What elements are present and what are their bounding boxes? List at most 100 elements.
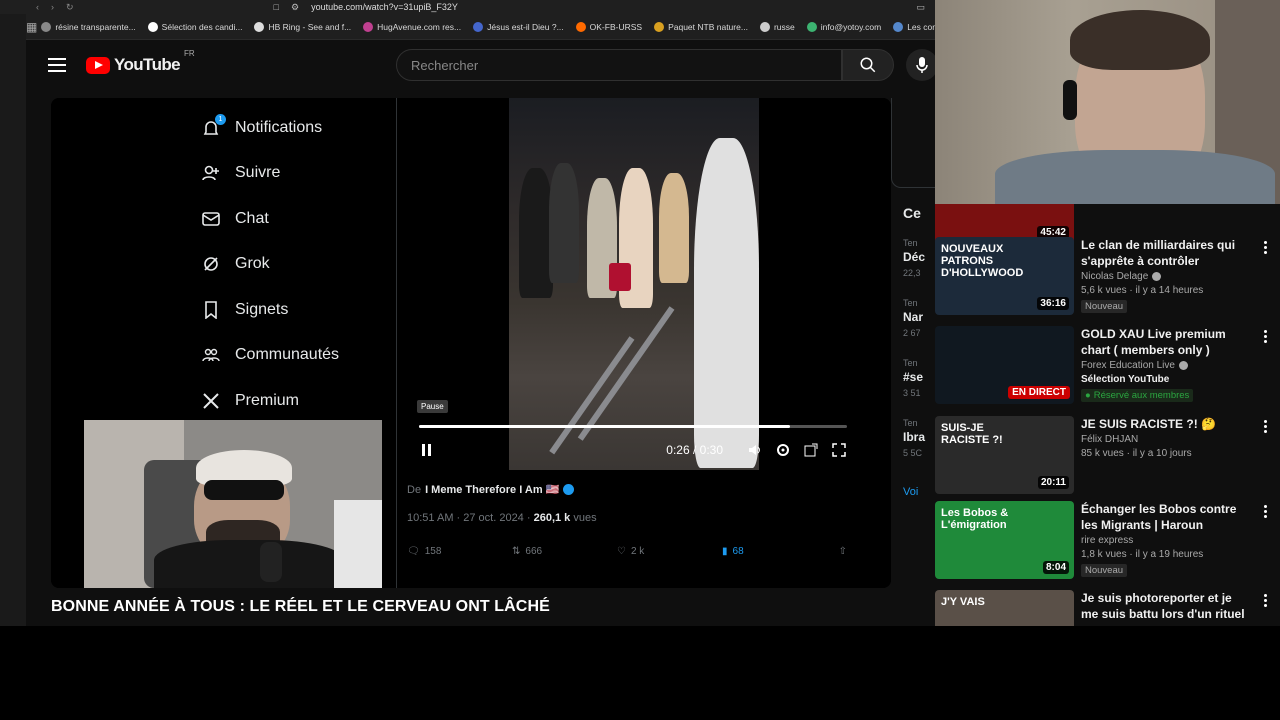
recommendation-title[interactable]: GOLD XAU Live premium chart ( members on…	[1081, 326, 1251, 358]
country-code: FR	[184, 49, 195, 58]
reload-icon[interactable]: ↻	[66, 2, 74, 13]
back-icon[interactable]: ‹	[36, 2, 39, 13]
cast-icon[interactable]: ▭	[916, 2, 925, 13]
x-nav-signets[interactable]: Signets	[201, 300, 288, 320]
bookmark-item[interactable]: Les concou	[889, 21, 935, 32]
channel-label: Forex Education Live	[1081, 360, 1175, 371]
bookmark-icon	[201, 300, 221, 320]
channel-label: Nicolas Delage	[1081, 271, 1149, 282]
members-icon: ●	[1085, 390, 1091, 401]
recommendation-title[interactable]: Je suis photoreporter et je me suis batt…	[1081, 590, 1251, 622]
bookmark-label: HB Ring - See and f...	[268, 21, 352, 32]
apps-grid-icon[interactable]: ▦	[26, 20, 37, 34]
youtube-play-icon	[86, 56, 110, 74]
channel-name[interactable]: Nicolas Delage	[1081, 271, 1251, 282]
verified-icon	[563, 484, 575, 495]
more-options-icon[interactable]	[1264, 241, 1268, 254]
channel-name[interactable]: rire express	[1081, 535, 1251, 546]
x-nav-label: Communautés	[235, 346, 340, 363]
channel-name[interactable]: Forex Education Live	[1081, 360, 1251, 371]
reply-button[interactable]: 🗨 158	[407, 546, 512, 557]
video-thumbnail[interactable]: NOUVEAUX PATRONS D'HOLLYWOOD 36:16	[935, 237, 1074, 315]
menu-icon[interactable]	[48, 58, 66, 72]
voice-search-button[interactable]	[906, 49, 938, 81]
bookmark-item[interactable]: Paquet NTB nature...	[650, 21, 756, 32]
notification-badge: 1	[215, 114, 226, 125]
trend-name[interactable]: Nar	[903, 310, 923, 324]
by-prefix: De	[407, 483, 422, 496]
x-nav-notifications[interactable]: 1 Notifications	[201, 114, 322, 138]
recommendation-title[interactable]: Échanger les Bobos contre les Migrants |…	[1081, 501, 1251, 533]
pause-icon[interactable]	[419, 442, 435, 458]
site-info-icon[interactable]: ⚙	[291, 2, 299, 13]
recommendation-item[interactable]: EN DIRECT GOLD XAU Live premium chart ( m…	[935, 326, 1280, 412]
new-badge: Nouveau	[1081, 564, 1128, 577]
recommendation-item[interactable]: NOUVEAUX PATRONS D'HOLLYWOOD 36:16 Le clan…	[935, 237, 1280, 323]
members-only-badge: ● Réservé aux membres	[1081, 389, 1194, 402]
author-link[interactable]: I Meme Therefore I Am 🇺🇸	[425, 483, 559, 496]
search-input[interactable]: Rechercher	[396, 49, 842, 81]
forward-icon[interactable]: ›	[51, 2, 54, 13]
streamer-webcam	[84, 420, 382, 588]
trend-name[interactable]: Déc	[903, 250, 925, 264]
popout-icon[interactable]	[803, 442, 819, 458]
fullscreen-icon[interactable]	[831, 442, 847, 458]
bookmark-page-icon[interactable]: □	[274, 2, 279, 12]
bookmark-item[interactable]: résine transparente...	[37, 21, 143, 32]
x-nav-chat[interactable]: Chat	[201, 209, 269, 229]
recommendation-item[interactable]: Les Bobos & L'émigration 8:04 Échanger les…	[935, 501, 1280, 587]
recommendation-title[interactable]: JE SUIS RACISTE ?! 🤔	[1081, 416, 1251, 432]
bookmark-item[interactable]: Jésus est-il Dieu ?...	[469, 21, 572, 32]
video-title: BONNE ANNÉE À TOUS : LE RÉEL ET LE CERVE…	[51, 598, 550, 615]
bookmark-item[interactable]: Sélection des candi...	[144, 21, 251, 32]
recommendation-title[interactable]: Le clan de milliardaires qui s'apprête à…	[1081, 237, 1251, 269]
bookmark-item[interactable]: OK-FB-URSS	[572, 21, 650, 32]
trend-count: 22,3	[903, 268, 921, 278]
volume-icon[interactable]	[747, 442, 763, 458]
browser-toolbar: ‹ › ↻ □ ⚙ youtube.com/watch?v=31upiB_F32…	[0, 0, 935, 14]
bookmark-item[interactable]: HB Ring - See and f...	[250, 21, 359, 32]
recommendations-list: 45:42314 k vues · il y a 4 joursNouveauN…	[935, 204, 1280, 626]
x-nav-suivre[interactable]: Suivre	[201, 163, 280, 183]
address-bar[interactable]: youtube.com/watch?v=31upiB_F32Y	[311, 2, 458, 12]
bookmark-item[interactable]: HugAvenue.com res...	[359, 21, 469, 32]
tweet-video[interactable]: Pause 0:26 / 0:30	[413, 98, 853, 470]
x-nav-grok[interactable]: Grok	[201, 254, 270, 274]
youtube-logo[interactable]: YouTube FR	[86, 49, 195, 75]
x-nav-premium[interactable]: Premium	[201, 391, 299, 411]
recommendation-item[interactable]: SUIS-JE RACISTE ?! 20:11 JE SUIS RACISTE ?…	[935, 416, 1280, 502]
more-options-icon[interactable]	[1264, 330, 1268, 343]
trend-name[interactable]: Ibra	[903, 430, 925, 444]
show-more-link[interactable]: Voi	[903, 486, 918, 498]
video-thumbnail[interactable]: EN DIRECT	[935, 326, 1074, 404]
bookmark-item[interactable]: russe	[756, 21, 803, 32]
new-badge: Nouveau	[1081, 300, 1128, 313]
video-thumbnail[interactable]: Les Bobos & L'émigration 8:04	[935, 501, 1074, 579]
video-thumbnail[interactable]: J'Y VAIS	[935, 590, 1074, 626]
more-options-icon[interactable]	[1264, 505, 1268, 518]
search-button[interactable]	[842, 49, 894, 81]
thumbnail-text: SUIS-JE RACISTE ?!	[941, 422, 1003, 446]
recommendation-item[interactable]: J'Y VAIS Je suis photoreporter et je me s…	[935, 590, 1280, 626]
favicon-icon	[254, 21, 265, 32]
share-button[interactable]: ⇧	[839, 546, 847, 557]
more-options-icon[interactable]	[1264, 594, 1268, 607]
x-nav-communauts[interactable]: Communautés	[201, 345, 339, 365]
thumbnail-text: J'Y VAIS	[941, 596, 985, 608]
settings-icon[interactable]	[775, 442, 791, 458]
trend-name[interactable]: #se	[903, 370, 923, 384]
video-thumbnail[interactable]: SUIS-JE RACISTE ?! 20:11	[935, 416, 1074, 494]
bookmark-item[interactable]: info@yotoy.com	[803, 21, 889, 32]
progress-bar[interactable]	[419, 425, 847, 428]
channel-name[interactable]: Félix DHJAN	[1081, 434, 1251, 445]
bookmark-button[interactable]: ▮ 68	[722, 546, 827, 557]
recommendation-info: JE SUIS RACISTE ?! 🤔 Félix DHJAN 85 k vues…	[1081, 416, 1251, 459]
bell-icon: 1	[201, 114, 226, 138]
more-options-icon[interactable]	[1264, 420, 1268, 433]
bookmark-label: résine transparente...	[55, 21, 136, 32]
retweet-button[interactable]: ⇅ 666	[512, 546, 617, 557]
reply-count: 158	[424, 546, 442, 557]
recommendation-info: GOLD XAU Live premium chart ( members on…	[1081, 326, 1251, 403]
recommendation-info: Je suis photoreporter et je me suis batt…	[1081, 590, 1251, 622]
like-button[interactable]: ♡ 2 k	[617, 546, 722, 557]
